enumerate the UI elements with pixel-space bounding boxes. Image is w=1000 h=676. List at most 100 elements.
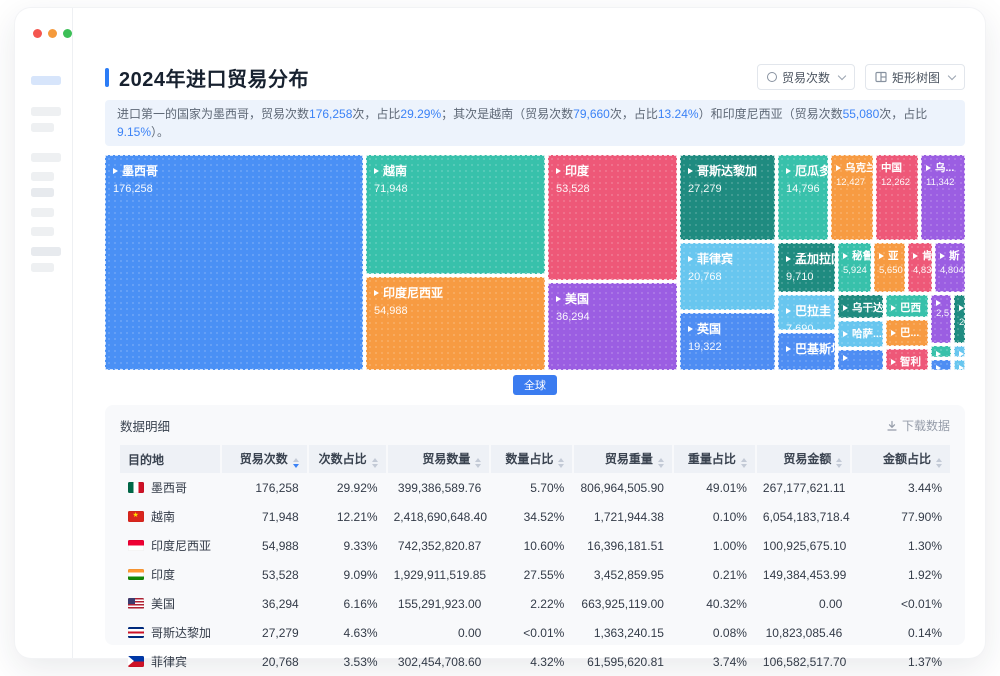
summary-text: 进口第一的国家为墨西哥，贸易次数176,258次，占比29.29%；其次是越南（… — [117, 107, 927, 139]
table-cell: 806,964,505.90 — [580, 480, 664, 495]
column-header-1[interactable]: 贸易次数 — [219, 445, 307, 473]
treemap-cell-value: 53,528 — [556, 183, 590, 195]
treemap-cell-乌...[interactable]: 乌... 11,342 — [921, 155, 965, 240]
column-header-8[interactable]: 金额占比 — [850, 445, 950, 473]
chart-type-select[interactable]: 矩形树图 — [864, 64, 965, 90]
table-cell: 54,988 — [262, 538, 299, 553]
treemap-cell-亚[interactable]: 亚 5,650 — [874, 243, 905, 292]
drilldown-icon — [688, 167, 693, 174]
treemap-cell-哥斯达黎加[interactable]: 哥斯达黎加 27,279 — [680, 155, 775, 240]
column-header-label: 贸易重量 — [604, 452, 653, 466]
summary-highlight: 9.15% — [117, 125, 152, 139]
table-row[interactable]: 哥斯达黎加 27,279 4.63% 0.00 <0.01% 1,363,240.15 0.… — [120, 618, 950, 647]
global-breadcrumb-button[interactable]: 全球 — [513, 375, 557, 395]
sidebar-item[interactable] — [31, 172, 54, 181]
treemap-cell-value: 14,796 — [786, 183, 820, 195]
treemap-cell[interactable]: 2,5 — [931, 295, 951, 343]
treemap-cell-乌干达[interactable]: 乌干达 — [838, 295, 883, 318]
treemap-cell[interactable] — [931, 346, 951, 357]
drilldown-icon — [926, 164, 931, 171]
treemap-cell-印度[interactable]: 印度 53,528 — [548, 155, 677, 280]
treemap-cell[interactable] — [931, 360, 951, 370]
treemap-cell-巴...[interactable]: 巴... — [886, 320, 928, 346]
treemap-cell-南[interactable]: 南2,2 — [954, 295, 965, 343]
drilldown-icon — [879, 252, 884, 259]
table-row[interactable]: 墨西哥 176,258 29.92% 399,386,589.76 5.70% 806,9… — [120, 473, 950, 502]
column-header-6[interactable]: 重量占比 — [671, 445, 755, 473]
treemap-cell-墨西哥[interactable]: 墨西哥 176,258 — [105, 155, 363, 370]
column-header-7[interactable]: 贸易金额 — [754, 445, 851, 473]
app-window: 2024年进口贸易分布 贸易次数 矩形树图 进口第一的国家为墨西哥，贸易次数17… — [15, 8, 985, 669]
treemap-cell-乌克兰[interactable]: 乌克兰 12,427 — [831, 155, 873, 240]
treemap-cell-value: 176,258 — [113, 183, 153, 195]
treemap-cell-菲律宾[interactable]: 菲律宾 20,768 — [680, 243, 775, 310]
table-cell: 77.90% — [901, 509, 942, 524]
table-cell: 4.32% — [530, 654, 565, 669]
metric-select[interactable]: 贸易次数 — [756, 64, 855, 90]
sidebar-item[interactable] — [31, 76, 61, 85]
download-data-button[interactable]: 下载数据 — [886, 417, 950, 434]
treemap-cell-越南[interactable]: 越南 71,948 — [366, 155, 545, 274]
table-row[interactable]: 越南 71,948 12.21% 2,418,690,648.40 34.52% 1,72… — [120, 502, 950, 531]
sort-icon — [371, 458, 378, 468]
treemap-cell-印度尼西亚[interactable]: 印度尼西亚 54,988 — [366, 277, 545, 370]
flag-icon-mx — [128, 482, 144, 493]
treemap-cell-孟加拉国[interactable]: 孟加拉国 9,710 — [778, 243, 835, 292]
metric-icon — [766, 72, 777, 82]
flag-icon-vn — [128, 511, 144, 522]
treemap-cell-肯[interactable]: 肯 4,836 — [908, 243, 932, 292]
sort-icon — [836, 458, 843, 468]
treemap-cell[interactable] — [954, 360, 965, 370]
treemap-cell-美国[interactable]: 美国 36,294 — [548, 283, 677, 370]
sidebar-item[interactable] — [31, 247, 61, 256]
sort-icon — [657, 458, 664, 468]
treemap-cell[interactable] — [954, 346, 965, 357]
treemap-cell-英国[interactable]: 英国 19,322 — [680, 313, 775, 370]
treemap-cell-哈萨...[interactable]: 哈萨... — [838, 321, 883, 347]
treemap-cell-value: 20,768 — [688, 271, 722, 283]
table-cell: 302,454,708.60 — [397, 654, 482, 669]
table-cell: 1,363,240.15 — [593, 625, 664, 640]
drilldown-icon — [959, 351, 964, 356]
table-row[interactable]: 印度 53,528 9.09% 1,929,911,519.85 27.55% 3,452… — [120, 560, 950, 589]
column-header-3[interactable]: 贸易数量 — [385, 445, 490, 473]
sidebar-item[interactable] — [31, 123, 54, 132]
column-header-label: 数量占比 — [505, 452, 554, 466]
table-row[interactable]: 美国 36,294 6.16% 155,291,923.00 2.22% 663,925,… — [120, 589, 950, 618]
sidebar-item[interactable] — [31, 107, 61, 116]
treemap-cell-巴西[interactable]: 巴西 — [886, 295, 928, 317]
table-cell: 3,452,859.95 — [593, 567, 664, 582]
title-accent-bar — [105, 67, 109, 87]
column-header-4[interactable]: 数量占比 — [489, 445, 573, 473]
download-icon — [887, 420, 897, 431]
table-cell: 149,384,453.99 — [762, 567, 847, 582]
sidebar-item[interactable] — [31, 208, 54, 217]
treemap-cell-巴基斯坦[interactable]: 巴基斯坦 — [778, 333, 835, 370]
treemap-cell-厄瓜多尔[interactable]: 厄瓜多尔 14,796 — [778, 155, 828, 240]
table-cell: 40.32% — [706, 596, 747, 611]
column-header-label: 金额占比 — [882, 452, 931, 466]
summary-segment: 次，占比 — [352, 107, 401, 121]
treemap-cell-智利[interactable]: 智利 — [886, 349, 928, 370]
treemap-cell-斯[interactable]: 斯 4,804 — [935, 243, 965, 292]
treemap-cell-label: 孟加拉国 — [795, 252, 834, 266]
table-cell: 3.53% — [343, 654, 378, 669]
sidebar-item[interactable] — [31, 263, 54, 272]
sidebar-item[interactable] — [31, 153, 61, 162]
table-cell: 34.52% — [523, 509, 565, 524]
table-cell: 53,528 — [262, 567, 299, 582]
sidebar-item[interactable] — [31, 188, 54, 197]
treemap-cell[interactable] — [838, 350, 883, 370]
table-row[interactable]: 印度尼西亚 54,988 9.33% 742,352,820.87 10.60% 16,3… — [120, 531, 950, 560]
column-header-2[interactable]: 次数占比 — [306, 445, 386, 473]
treemap-cell-value: 36,294 — [556, 311, 590, 323]
column-header-5[interactable]: 贸易重量 — [572, 445, 672, 473]
country-name: 美国 — [151, 597, 176, 611]
table-cell: 100,925,675.10 — [762, 538, 847, 553]
sidebar-item[interactable] — [31, 227, 54, 236]
treemap-cell-中国[interactable]: 中国 12,262 — [876, 155, 918, 240]
treemap-cell-巴拉圭[interactable]: 巴拉圭 7,690 — [778, 295, 835, 330]
table-row[interactable]: 菲律宾 20,768 3.53% 302,454,708.60 4.32% 61,595,… — [120, 647, 950, 676]
drilldown-icon — [913, 252, 918, 259]
treemap-cell-秘鲁[interactable]: 秘鲁 5,924 — [838, 243, 871, 292]
